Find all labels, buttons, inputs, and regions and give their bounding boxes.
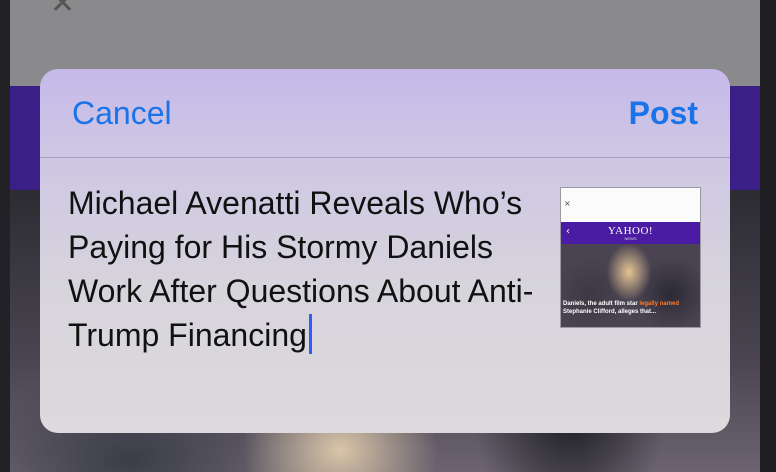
close-icon: ✕ bbox=[50, 0, 76, 21]
caption-highlight: legally named bbox=[639, 301, 680, 307]
background-right-edge bbox=[760, 0, 776, 472]
caption-part-2: Stephanie Clifford bbox=[563, 309, 615, 315]
background-left-edge bbox=[0, 0, 10, 472]
thumbnail-logo-sub: NEWS bbox=[624, 236, 637, 241]
thumbnail-top-bar: × bbox=[561, 188, 700, 223]
thumbnail-brand-bar: ‹ YAHOO! NEWS bbox=[561, 222, 700, 244]
compose-text: Michael Avenatti Reveals Who’s Paying fo… bbox=[68, 185, 534, 353]
compose-text-field[interactable]: Michael Avenatti Reveals Who’s Paying fo… bbox=[68, 181, 538, 357]
thumbnail-caption: Daniels, the adult film star legally nam… bbox=[563, 300, 698, 316]
thumbnail-close-icon: × bbox=[564, 199, 571, 208]
caption-part-3: , alleges that... bbox=[614, 309, 657, 315]
text-caret bbox=[308, 314, 312, 354]
caption-part-1: Daniels, the adult film star bbox=[563, 301, 640, 307]
link-preview-thumbnail: × ‹ YAHOO! NEWS Daniels, the adult film … bbox=[560, 187, 701, 328]
share-sheet: Cancel Post Michael Avenatti Reveals Who… bbox=[40, 69, 730, 433]
share-sheet-header: Cancel Post bbox=[40, 69, 730, 158]
post-button[interactable]: Post bbox=[629, 93, 698, 133]
cancel-button[interactable]: Cancel bbox=[72, 93, 172, 133]
